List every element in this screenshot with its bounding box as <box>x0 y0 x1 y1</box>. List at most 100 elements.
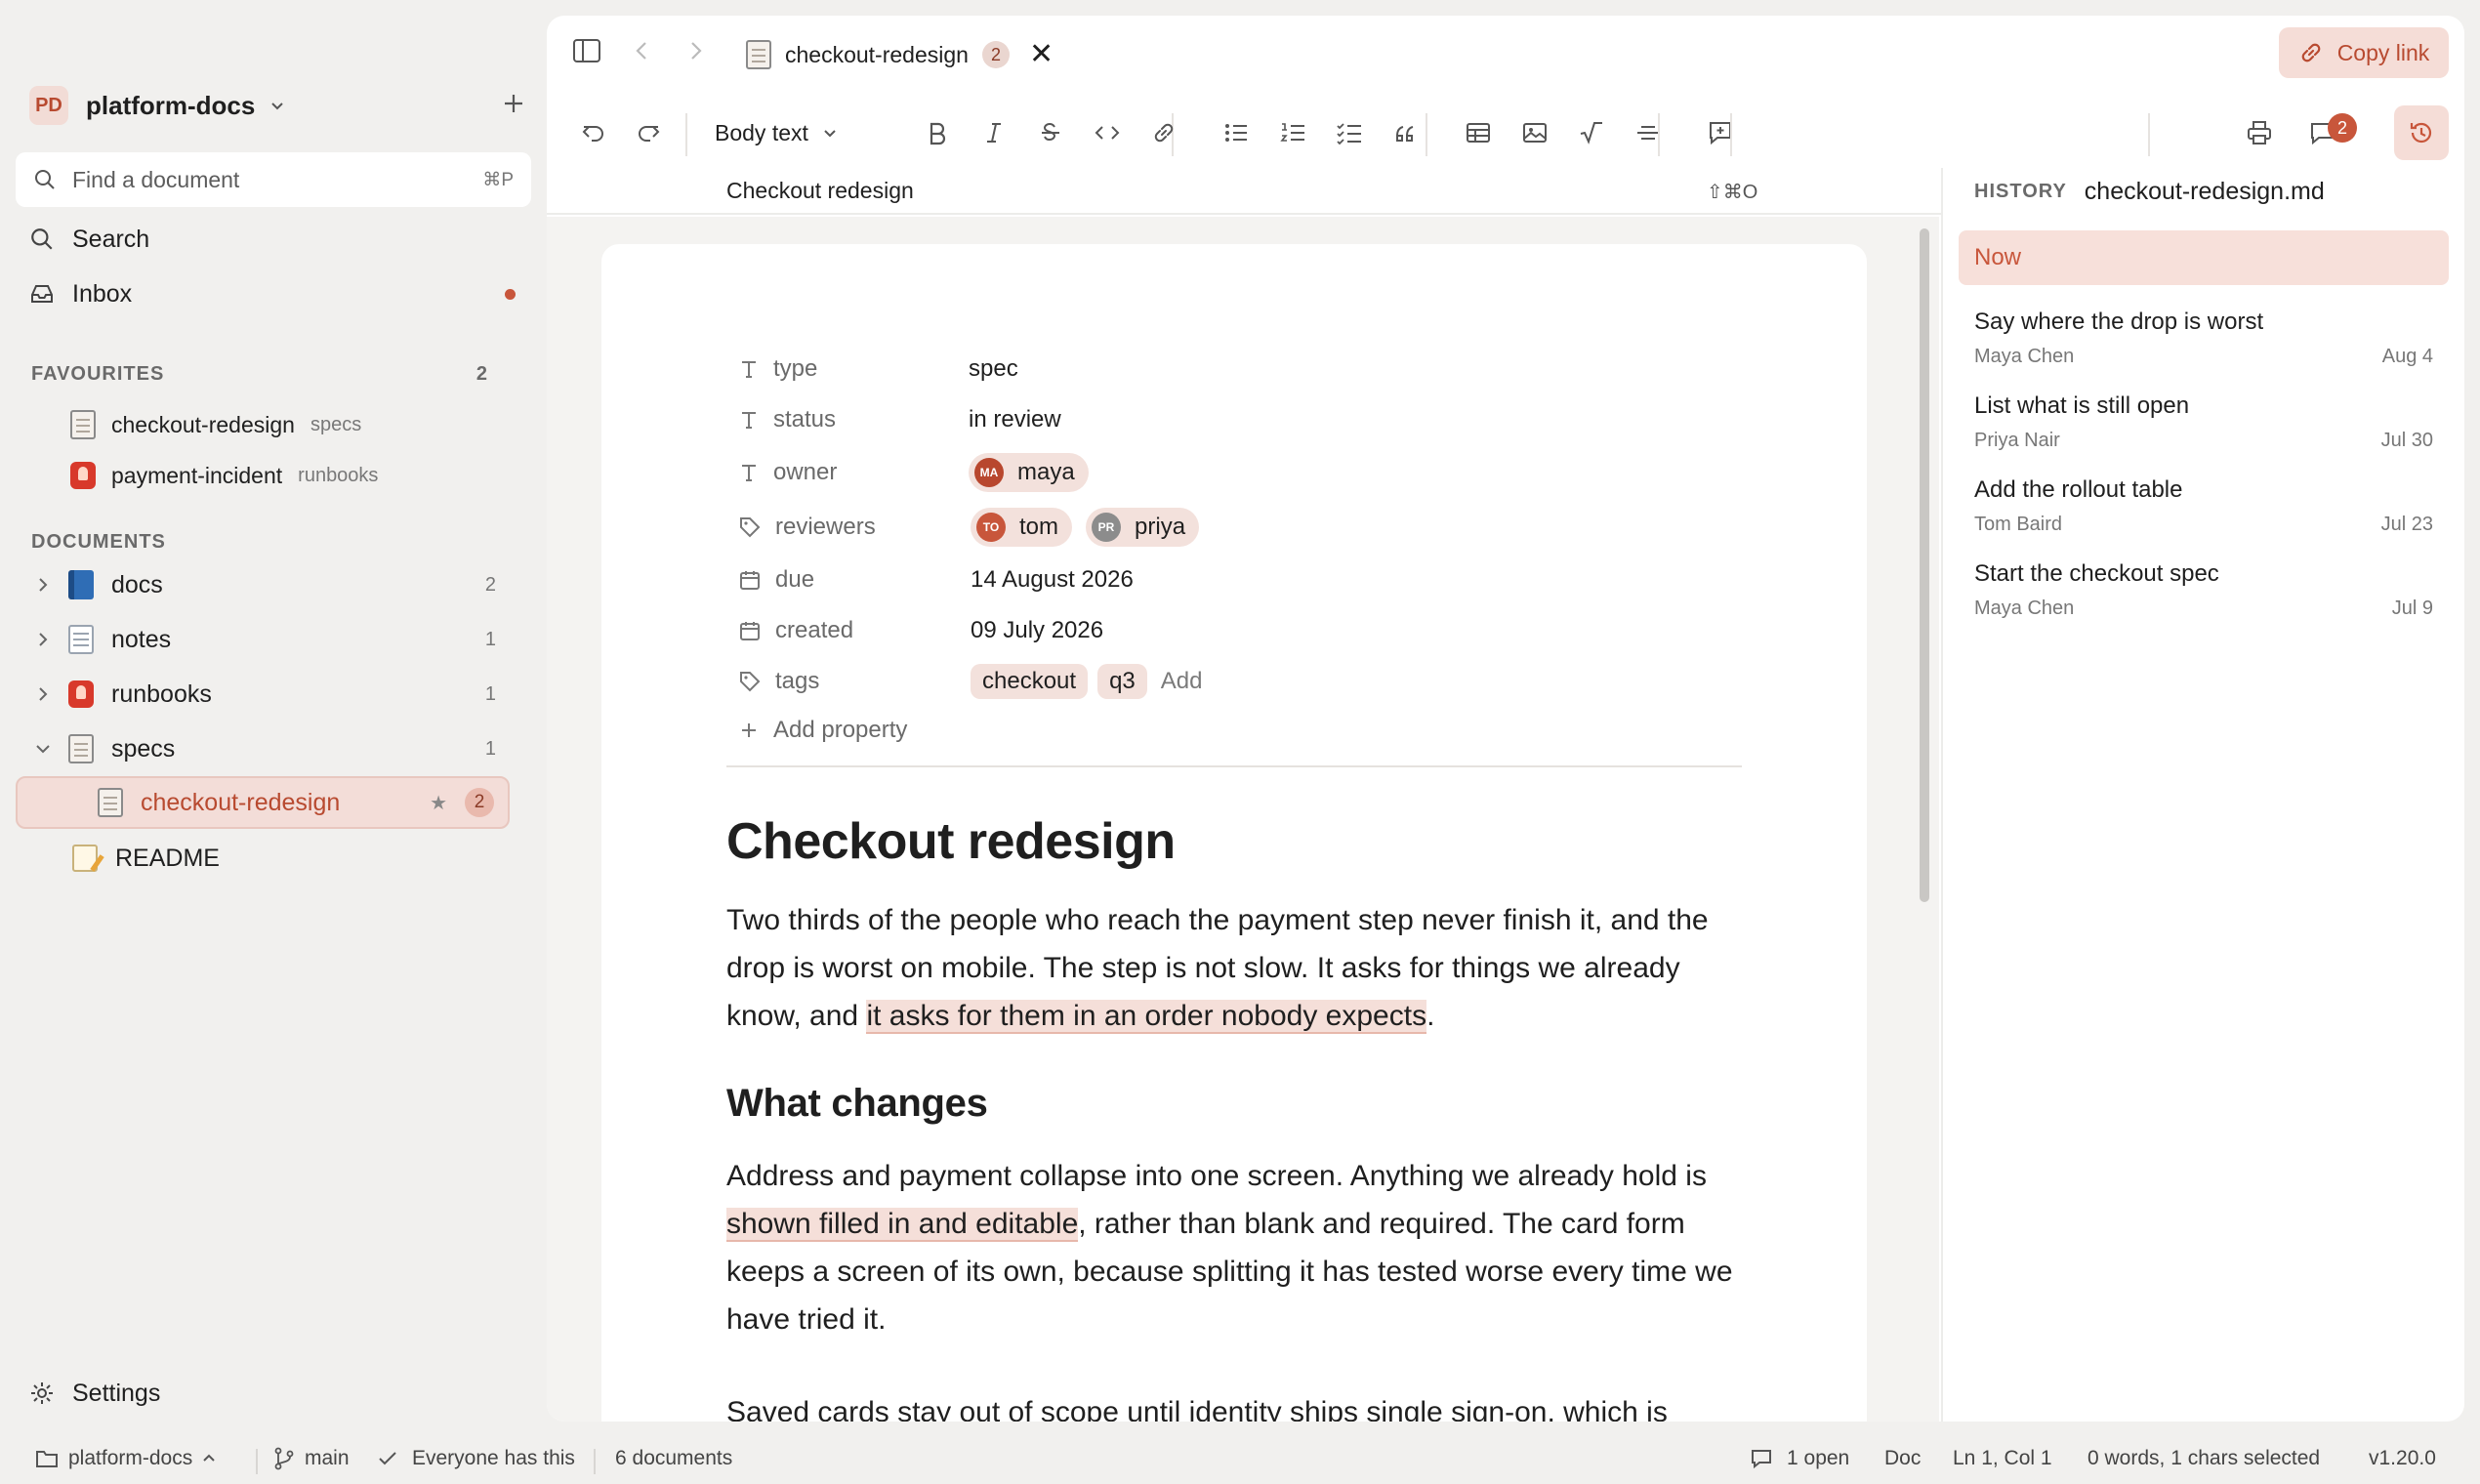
paragraph-3[interactable]: Saved cards stay out of scope until iden… <box>726 1388 1761 1422</box>
status-sharing-label: Everyone has this <box>412 1447 575 1469</box>
divider-icon[interactable] <box>1621 105 1675 160</box>
image-icon[interactable] <box>1508 105 1562 160</box>
favourites-title: FAVOURITES <box>31 363 165 385</box>
sidebar-toggle-icon[interactable] <box>572 37 601 64</box>
toolbar-divider <box>2148 113 2150 156</box>
comment-highlight[interactable]: shown filled in and editable <box>726 1208 1079 1242</box>
favourite-folder: runbooks <box>298 464 379 486</box>
property-row-tags[interactable]: tags checkout q3 Add <box>738 662 1202 701</box>
status-sharing[interactable]: Everyone has this <box>377 1447 575 1470</box>
new-document-plus-icon[interactable] <box>500 90 527 117</box>
history-entry[interactable]: Say where the drop is worst Maya Chen Aug… <box>1974 309 2433 368</box>
tab-checkout-redesign[interactable]: checkout-redesign 2 ✕ <box>736 31 1063 78</box>
chevron-right-icon[interactable] <box>29 686 57 702</box>
history-entry-date: Jul 9 <box>2391 598 2433 619</box>
tab-label: checkout-redesign <box>785 41 969 67</box>
history-entry-author: Maya Chen <box>1974 346 2075 367</box>
status-cursor[interactable]: Ln 1, Col 1 <box>1943 1447 2052 1470</box>
comment-highlight[interactable]: it asks for them in an order nobody expe… <box>866 1000 1427 1034</box>
code-icon[interactable] <box>1080 105 1135 160</box>
history-now[interactable]: Now <box>1959 230 2449 285</box>
property-row-reviewers[interactable]: reviewers TO tom PR priya <box>738 508 1213 547</box>
property-value[interactable]: spec <box>969 355 1018 383</box>
toolbar-divider <box>1730 113 1732 156</box>
status-comments[interactable]: 1 open <box>1750 1447 1849 1470</box>
history-entry-date: Jul 30 <box>2380 430 2433 451</box>
history-entry[interactable]: Add the rollout table Tom Baird Jul 23 <box>1974 476 2433 536</box>
add-property-button[interactable]: Add property <box>738 717 907 744</box>
document-header-bar: Checkout redesign ⇧⌘O <box>547 168 1941 215</box>
document-breadcrumb-title[interactable]: Checkout redesign <box>726 178 914 204</box>
status-mode[interactable]: Doc <box>1875 1447 1921 1470</box>
property-row-status[interactable]: status in review <box>738 400 1061 439</box>
tag-icon <box>740 517 761 538</box>
link-icon[interactable] <box>1137 105 1191 160</box>
property-value[interactable]: in review <box>969 406 1061 433</box>
copy-link-button[interactable]: Copy link <box>2279 27 2449 78</box>
person-name: priya <box>1135 514 1186 540</box>
section-heading[interactable]: What changes <box>726 1082 988 1126</box>
tree-item-readme[interactable]: README <box>16 832 510 885</box>
strikethrough-icon[interactable] <box>1023 105 1078 160</box>
property-row-created[interactable]: created 09 July 2026 <box>738 611 1103 650</box>
math-icon[interactable] <box>1564 105 1619 160</box>
add-comment-icon[interactable] <box>1693 105 1748 160</box>
chevron-down-icon[interactable] <box>29 741 57 757</box>
text-type-icon <box>742 465 756 481</box>
print-icon[interactable] <box>2232 105 2287 160</box>
paragraph-2[interactable]: Address and payment collapse into one sc… <box>726 1152 1761 1343</box>
status-branch[interactable]: main <box>273 1447 350 1470</box>
bullet-list-icon[interactable] <box>1209 105 1263 160</box>
favourite-item[interactable]: checkout-redesign specs <box>70 404 361 445</box>
property-row-type[interactable]: type spec <box>738 350 1018 389</box>
history-entry[interactable]: List what is still open Priya Nair Jul 30 <box>1974 392 2433 452</box>
document-title[interactable]: Checkout redesign <box>726 812 1176 871</box>
tree-folder-specs[interactable]: specs 1 <box>16 722 510 775</box>
property-key: status <box>773 406 837 433</box>
forward-arrow-icon[interactable] <box>682 37 709 64</box>
tree-folder-runbooks[interactable]: runbooks 1 <box>16 668 510 721</box>
property-row-owner[interactable]: owner MA maya <box>738 453 1102 492</box>
tag-chip[interactable]: q3 <box>1097 664 1147 699</box>
tree-item-checkout-redesign[interactable]: checkout-redesign ★ 2 <box>16 776 510 829</box>
property-row-due[interactable]: due 14 August 2026 <box>738 560 1134 599</box>
redo-icon[interactable] <box>621 105 676 160</box>
close-icon[interactable]: ✕ <box>1029 40 1054 69</box>
favourite-star-icon[interactable]: ★ <box>430 791 447 815</box>
person-chip[interactable]: PR priya <box>1086 508 1200 547</box>
property-value: checkout q3 Add <box>971 664 1202 699</box>
settings-button[interactable]: Settings <box>29 1371 160 1416</box>
numbered-list-icon[interactable] <box>1265 105 1320 160</box>
table-icon[interactable] <box>1451 105 1506 160</box>
paragraph-1[interactable]: Two thirds of the people who reach the p… <box>726 896 1761 1040</box>
sidebar-item-inbox[interactable]: Inbox <box>29 271 527 316</box>
history-button[interactable] <box>2394 105 2449 160</box>
property-value[interactable]: 14 August 2026 <box>971 566 1134 594</box>
history-entry[interactable]: Start the checkout spec Maya Chen Jul 9 <box>1974 560 2433 620</box>
tree-folder-notes[interactable]: notes 1 <box>16 613 510 666</box>
tag-chip[interactable]: checkout <box>971 664 1089 699</box>
italic-icon[interactable] <box>967 105 1021 160</box>
calendar-icon <box>740 622 760 640</box>
editor-scrollbar[interactable] <box>1920 228 1929 902</box>
sidebar-item-search[interactable]: Search <box>29 217 527 262</box>
find-document-input[interactable]: Find a document ⌘P <box>16 152 531 207</box>
back-arrow-icon[interactable] <box>629 37 656 64</box>
favourite-item[interactable]: payment-incident runbooks <box>70 455 378 496</box>
chevron-right-icon[interactable] <box>29 632 57 647</box>
workspace-switcher[interactable]: PD platform-docs <box>29 84 527 127</box>
tree-count: 2 <box>484 573 496 596</box>
sidebar-item-label: Inbox <box>72 279 133 308</box>
add-tag-button[interactable]: Add <box>1161 668 1203 695</box>
undo-icon[interactable] <box>566 105 621 160</box>
person-chip[interactable]: TO tom <box>971 508 1073 547</box>
property-value[interactable]: 09 July 2026 <box>971 617 1103 644</box>
person-chip[interactable]: MA maya <box>969 453 1089 492</box>
tree-folder-docs[interactable]: docs 2 <box>16 558 510 611</box>
status-workspace[interactable]: platform-docs <box>35 1447 216 1470</box>
bold-icon[interactable] <box>910 105 965 160</box>
comments-button[interactable]: 2 <box>2294 105 2357 160</box>
text-style-select[interactable]: Body text <box>715 105 838 160</box>
chevron-right-icon[interactable] <box>29 577 57 593</box>
checklist-icon[interactable] <box>1322 105 1377 160</box>
